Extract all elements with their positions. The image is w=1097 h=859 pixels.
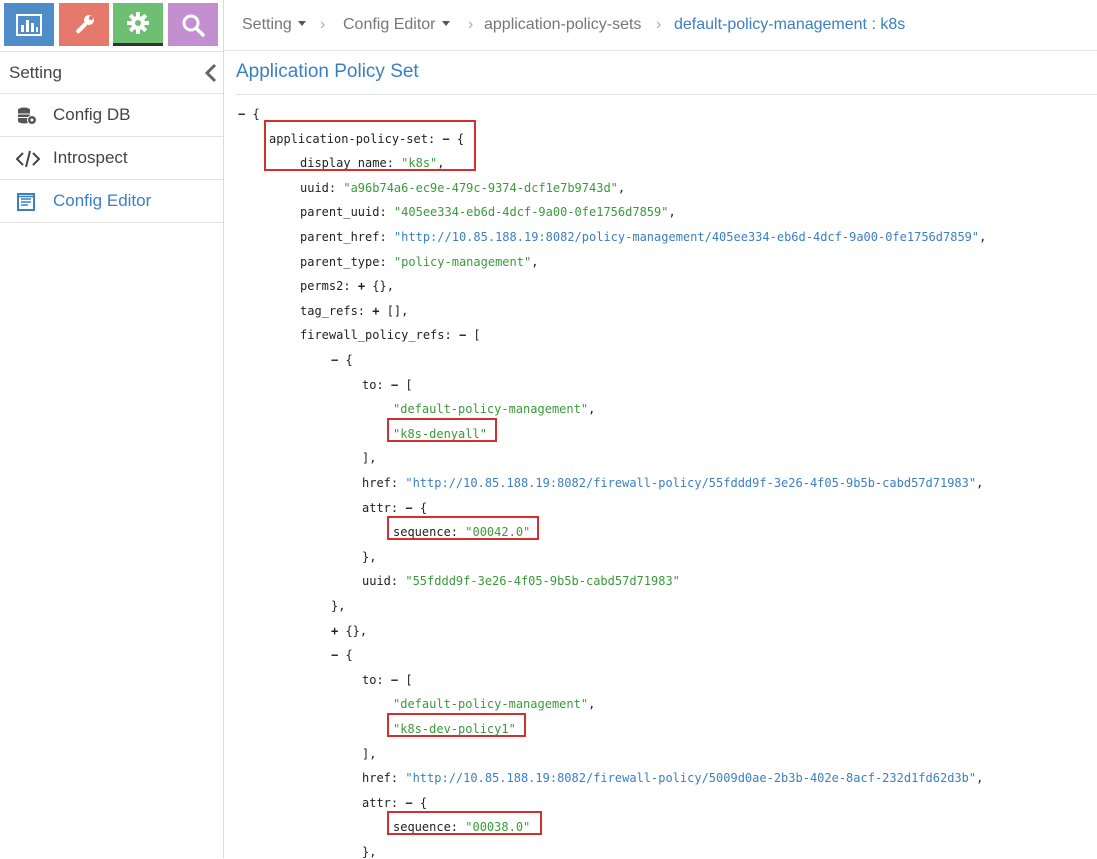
- json-punctuation: ],: [362, 451, 377, 465]
- json-key: parent_uuid: [300, 205, 380, 219]
- json-line: href: "http://10.85.188.19:8082/firewall…: [362, 771, 984, 785]
- json-punctuation: ,: [976, 771, 984, 785]
- json-line: − {: [331, 353, 353, 367]
- json-line: parent_href: "http://10.85.188.19:8082/p…: [300, 230, 987, 244]
- json-line: attr: − {: [362, 501, 428, 515]
- highlight-box: [387, 418, 497, 442]
- json-line: uuid: "55fddd9f-3e26-4f05-9b5b-cabd57d71…: [362, 574, 680, 588]
- json-line: },: [362, 550, 376, 564]
- json-punctuation: },: [362, 845, 377, 859]
- highlight-box: [387, 516, 539, 540]
- json-punctuation: ,: [588, 697, 596, 711]
- json-key: attr: [362, 796, 391, 810]
- json-key: parent_type: [300, 255, 380, 269]
- json-punctuation: },: [331, 599, 346, 613]
- json-punctuation: [],: [379, 304, 409, 318]
- json-line: − {: [331, 648, 353, 662]
- json-toggle[interactable]: +: [358, 279, 365, 293]
- json-link[interactable]: "http://10.85.188.19:8082/firewall-polic…: [405, 476, 976, 490]
- json-line: perms2: + {},: [300, 279, 394, 293]
- json-line: ],: [362, 747, 376, 761]
- json-punctuation: ,: [588, 402, 596, 416]
- json-key: to: [362, 673, 377, 687]
- json-key: perms2: [300, 279, 344, 293]
- json-key: href: [362, 476, 391, 490]
- json-key: parent_href: [300, 230, 380, 244]
- json-value: "55fddd9f-3e26-4f05-9b5b-cabd57d71983": [405, 574, 680, 588]
- json-punctuation: [: [398, 673, 413, 687]
- json-link[interactable]: "http://10.85.188.19:8082/policy-managem…: [394, 230, 979, 244]
- json-punctuation: ,: [668, 205, 676, 219]
- json-line: firewall_policy_refs: − [: [300, 328, 481, 342]
- json-punctuation: {: [412, 796, 428, 810]
- json-value: "405ee334-eb6d-4dcf-9a00-0fe1756d7859": [393, 205, 669, 219]
- json-key: attr: [362, 501, 391, 515]
- json-key: uuid: [362, 574, 391, 588]
- json-view: − {application-policy-set: − {display_na…: [0, 0, 1097, 859]
- highlight-box: [387, 811, 542, 835]
- json-key: href: [362, 771, 391, 785]
- json-punctuation: [: [398, 378, 413, 392]
- json-line: },: [331, 599, 345, 613]
- json-link[interactable]: "http://10.85.188.19:8082/firewall-polic…: [405, 771, 976, 785]
- json-key: tag_refs: [300, 304, 358, 318]
- json-punctuation: {: [412, 501, 428, 515]
- json-value: "a96b74a6-ec9e-479c-9374-dcf1e7b9743d": [343, 181, 618, 195]
- json-line: to: − [: [362, 673, 413, 687]
- json-line: − {: [238, 107, 260, 121]
- json-line: href: "http://10.85.188.19:8082/firewall…: [362, 476, 984, 490]
- highlight-box: [264, 120, 476, 171]
- json-punctuation: {: [338, 353, 353, 367]
- json-line: },: [362, 845, 376, 859]
- json-punctuation: ,: [976, 476, 984, 490]
- json-line: + {},: [331, 624, 367, 638]
- json-punctuation: {},: [338, 624, 368, 638]
- json-line: parent_uuid: "405ee334-eb6d-4dcf-9a00-0f…: [300, 205, 676, 219]
- json-punctuation: ,: [979, 230, 987, 244]
- json-toggle[interactable]: −: [405, 501, 412, 515]
- json-punctuation: },: [362, 550, 377, 564]
- json-punctuation: ,: [617, 181, 626, 195]
- json-value: "default-policy-management": [393, 402, 589, 416]
- json-punctuation: [: [466, 328, 481, 342]
- json-value: "default-policy-management": [393, 697, 589, 711]
- json-value: "policy-management": [393, 255, 532, 269]
- json-line: ],: [362, 451, 376, 465]
- json-punctuation: {: [245, 107, 260, 121]
- json-line: "default-policy-management",: [393, 697, 595, 711]
- highlight-box: [387, 713, 526, 737]
- json-key: uuid: [300, 181, 329, 195]
- json-punctuation: {: [338, 648, 353, 662]
- json-key: firewall_policy_refs: [300, 328, 445, 342]
- json-punctuation: {},: [365, 279, 394, 293]
- json-line: parent_type: "policy-management",: [300, 255, 539, 269]
- json-line: "default-policy-management",: [393, 402, 595, 416]
- json-toggle[interactable]: −: [405, 796, 412, 810]
- json-punctuation: ],: [362, 747, 377, 761]
- json-line: to: − [: [362, 378, 413, 392]
- json-key: to: [362, 378, 377, 392]
- json-line: attr: − {: [362, 796, 428, 810]
- json-punctuation: ,: [531, 255, 539, 269]
- json-line: tag_refs: + [],: [300, 304, 409, 318]
- json-line: uuid: "a96b74a6-ec9e-479c-9374-dcf1e7b97…: [300, 181, 626, 195]
